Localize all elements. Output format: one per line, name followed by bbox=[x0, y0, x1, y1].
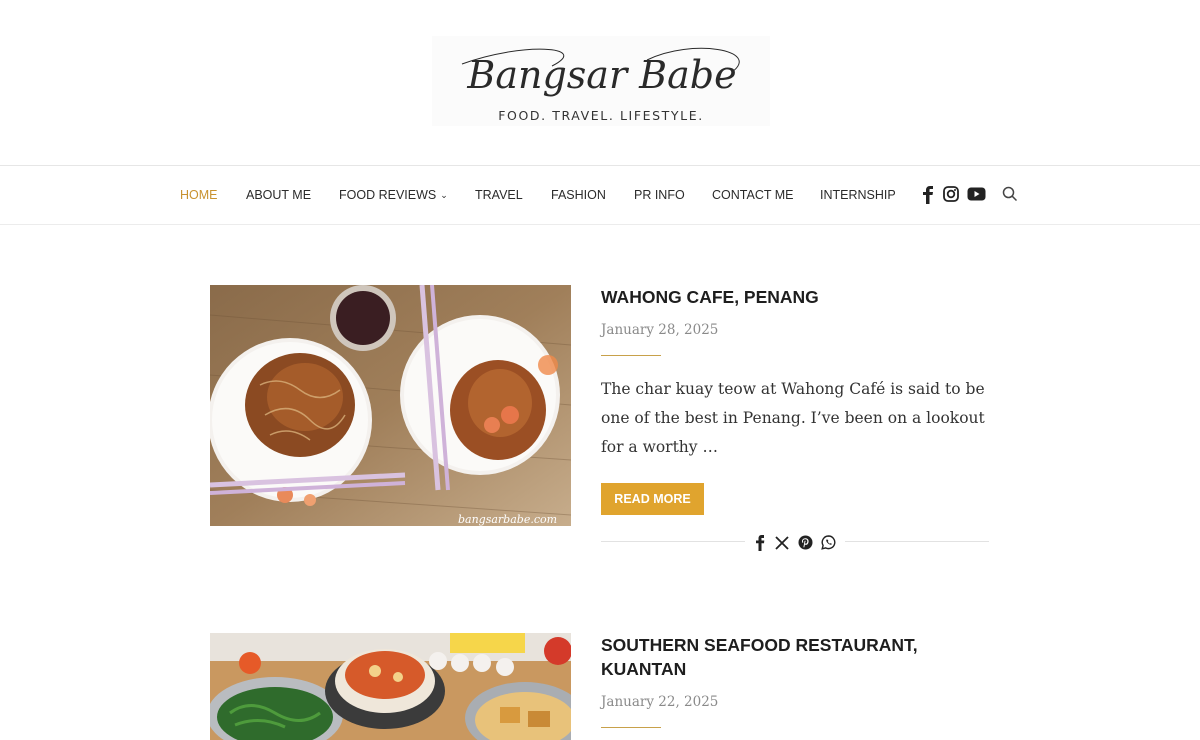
read-more-button[interactable]: READ MORE bbox=[601, 483, 704, 515]
youtube-icon[interactable] bbox=[967, 186, 986, 202]
site-logo[interactable]: Bangsar Babe FOOD. TRAVEL. LIFESTYLE. bbox=[432, 36, 770, 126]
logo-tagline: FOOD. TRAVEL. LIFESTYLE. bbox=[498, 108, 704, 123]
main-navigation: HOME ABOUT ME FOOD REVIEWS ⌄ TRAVEL FASHI… bbox=[0, 165, 1200, 225]
chevron-down-icon: ⌄ bbox=[440, 190, 448, 200]
facebook-icon[interactable] bbox=[755, 535, 765, 551]
image-watermark: bangsarbabe.com bbox=[458, 513, 557, 526]
facebook-icon[interactable] bbox=[921, 186, 935, 204]
post-date: January 28, 2025 bbox=[601, 322, 719, 338]
post-title[interactable]: WAHONG CAFE, PENANG bbox=[601, 285, 991, 309]
pinterest-icon[interactable] bbox=[798, 535, 813, 550]
nav-pr-info[interactable]: PR INFO bbox=[634, 188, 685, 202]
nav-food-reviews-label: FOOD REVIEWS bbox=[339, 188, 437, 202]
nav-travel[interactable]: TRAVEL bbox=[475, 188, 523, 202]
post-divider bbox=[601, 727, 661, 728]
x-icon[interactable] bbox=[775, 536, 789, 550]
logo-script-signature: Bangsar Babe bbox=[461, 47, 740, 97]
post-thumbnail-image[interactable] bbox=[210, 633, 571, 740]
search-icon[interactable] bbox=[1002, 186, 1018, 202]
whatsapp-icon[interactable] bbox=[821, 535, 836, 550]
share-divider-left bbox=[601, 541, 745, 542]
post-thumbnail-image[interactable]: bangsarbabe.com bbox=[210, 285, 571, 526]
nav-home[interactable]: HOME bbox=[180, 188, 218, 202]
instagram-icon[interactable] bbox=[943, 186, 959, 202]
site-header: Bangsar Babe FOOD. TRAVEL. LIFESTYLE. bbox=[0, 0, 1200, 166]
nav-internship[interactable]: INTERNSHIP bbox=[820, 188, 896, 202]
post-date: January 22, 2025 bbox=[601, 694, 719, 710]
nav-about-me[interactable]: ABOUT ME bbox=[246, 188, 311, 202]
post-excerpt: The char kuay teow at Wahong Café is sai… bbox=[601, 380, 985, 456]
post-divider bbox=[601, 355, 661, 356]
share-divider-right bbox=[845, 541, 989, 542]
nav-food-reviews[interactable]: FOOD REVIEWS ⌄ bbox=[339, 188, 448, 202]
nav-contact-me[interactable]: CONTACT ME bbox=[712, 188, 793, 202]
post-title[interactable]: SOUTHERN SEAFOOD RESTAURANT, KUANTAN bbox=[601, 633, 991, 681]
nav-fashion[interactable]: FASHION bbox=[551, 188, 606, 202]
logo-script-text: Bangsar Babe bbox=[466, 53, 736, 97]
